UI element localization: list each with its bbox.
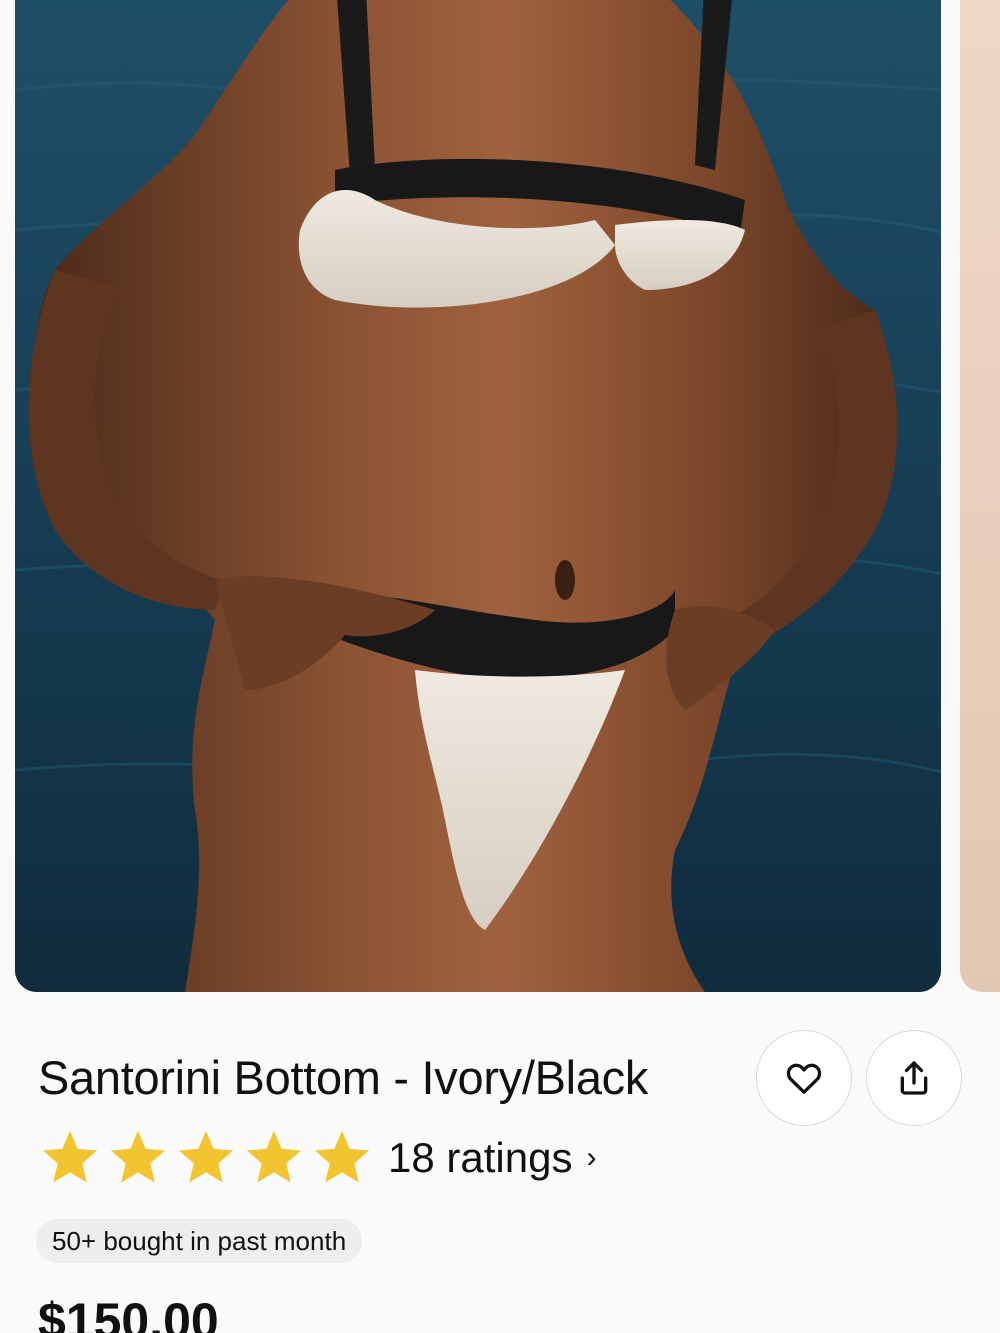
purchase-count-badge: 50+ bought in past month	[36, 1219, 363, 1263]
share-button[interactable]	[866, 1030, 962, 1126]
product-title: Santorini Bottom - Ivory/Black	[38, 1051, 649, 1104]
star-icon	[42, 1130, 98, 1183]
product-photo-illustration	[15, 0, 941, 992]
ratings-count-link[interactable]: 18 ratings	[388, 1134, 572, 1182]
star-rating	[38, 1126, 378, 1190]
star-icon	[110, 1130, 166, 1183]
star-icon	[246, 1130, 302, 1183]
share-icon	[900, 1061, 928, 1095]
rating-summary[interactable]: 18 ratings ›	[38, 1120, 596, 1196]
star-icon	[314, 1130, 370, 1183]
product-price: $150.00	[38, 1293, 219, 1333]
chevron-right-icon: ›	[586, 1141, 597, 1174]
favorite-button[interactable]	[756, 1030, 852, 1126]
image-carousel[interactable]	[0, 0, 1000, 992]
product-page: Santorini Bottom - Ivory/Black 18 rating…	[0, 0, 1000, 1333]
product-image[interactable]	[15, 0, 941, 992]
next-product-image-peek[interactable]	[960, 0, 1000, 992]
product-info: Santorini Bottom - Ivory/Black 18 rating…	[0, 992, 1000, 1333]
star-icon	[178, 1130, 234, 1183]
heart-icon	[786, 1063, 822, 1094]
